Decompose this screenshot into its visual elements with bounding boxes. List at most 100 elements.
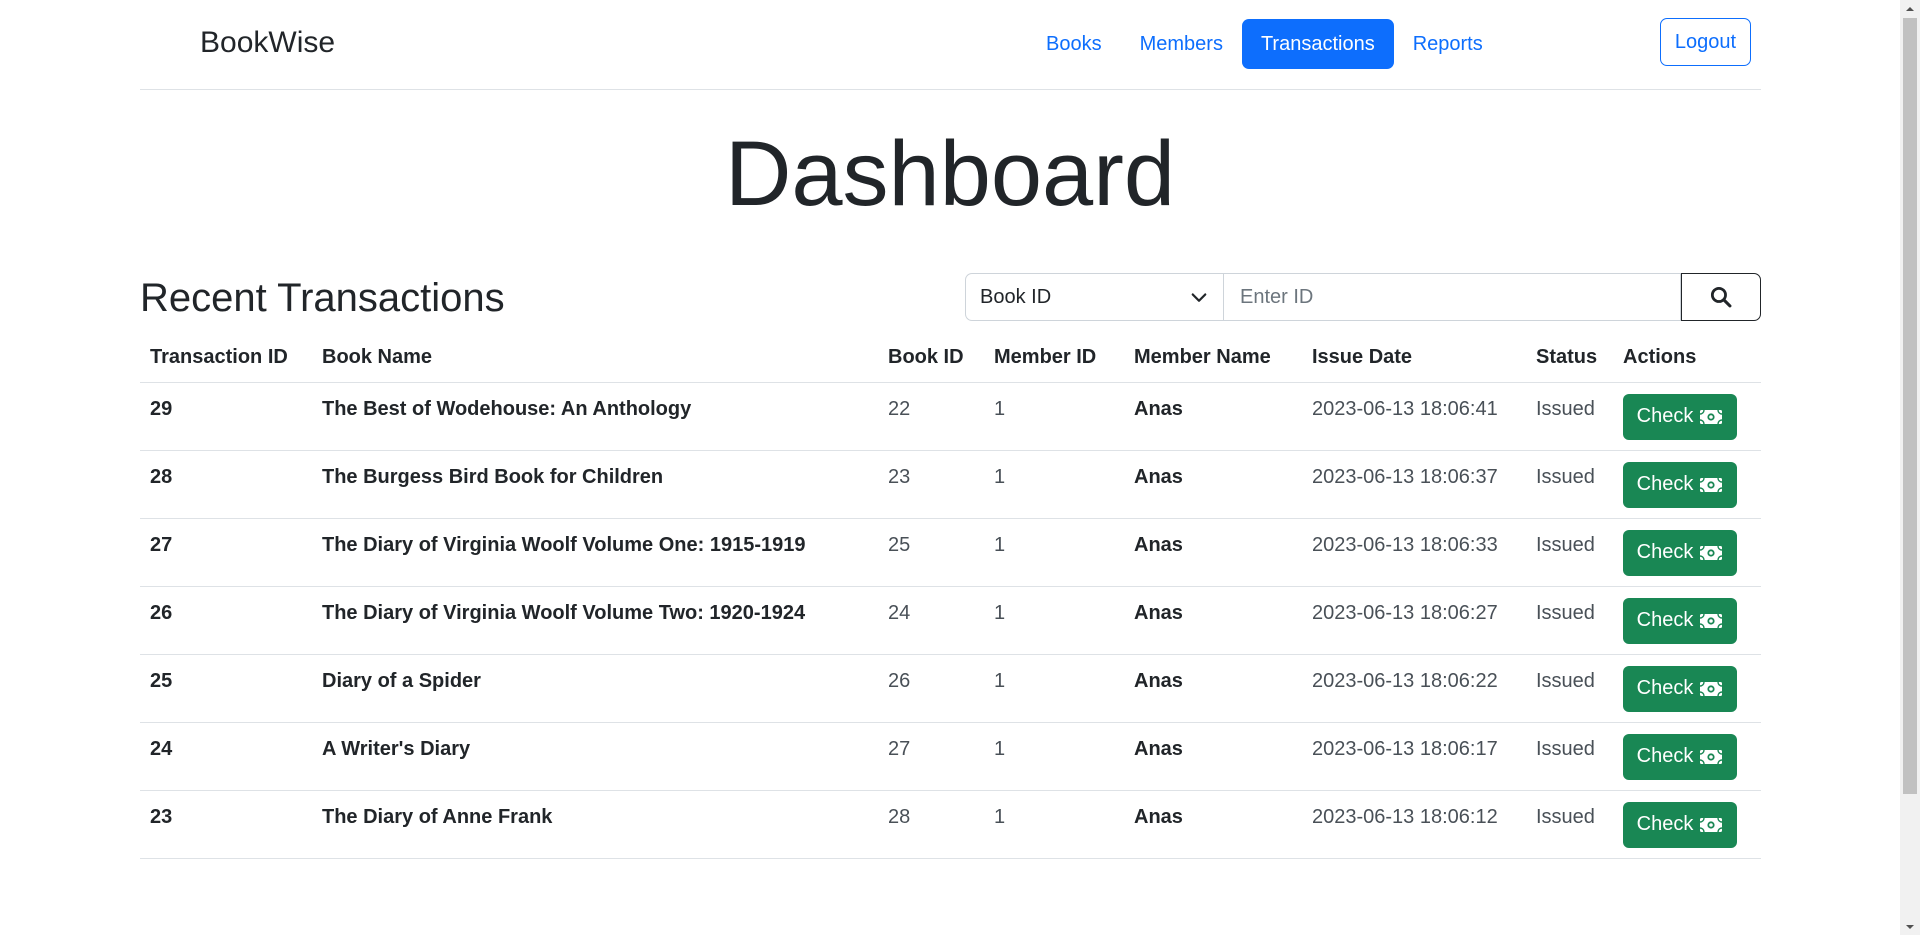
cell-book-id: 28 bbox=[878, 790, 984, 859]
check-button-label: Check bbox=[1636, 473, 1694, 495]
cell-book-id: 23 bbox=[878, 450, 984, 519]
cash-icon bbox=[1700, 477, 1723, 492]
transactions-table: Transaction ID Book Name Book ID Member … bbox=[140, 333, 1761, 859]
cell-transaction-id: 29 bbox=[140, 382, 312, 451]
table-row: 24 A Writer's Diary 27 1 Anas 2023-06-13 18:0… bbox=[140, 722, 1761, 791]
chevron-down-icon bbox=[1191, 293, 1207, 302]
cell-member-id: 1 bbox=[984, 654, 1124, 723]
cell-status: Issued bbox=[1526, 654, 1613, 723]
brand-logo[interactable]: BookWise bbox=[200, 26, 335, 60]
cash-icon bbox=[1700, 613, 1723, 628]
cash-icon bbox=[1700, 749, 1723, 764]
cell-issue-date: 2023-06-13 18:06:33 bbox=[1302, 518, 1526, 587]
cell-member-id: 1 bbox=[984, 382, 1124, 451]
header-member-name: Member Name bbox=[1124, 333, 1302, 383]
check-button[interactable]: Check bbox=[1623, 733, 1737, 780]
check-button-label: Check bbox=[1636, 609, 1694, 631]
cell-book-name: The Diary of Virginia Woolf Volume Two: … bbox=[312, 586, 878, 655]
cell-transaction-id: 26 bbox=[140, 586, 312, 655]
cell-member-name: Anas bbox=[1124, 654, 1302, 723]
check-button[interactable]: Check bbox=[1623, 461, 1737, 508]
cell-book-name: A Writer's Diary bbox=[312, 722, 878, 791]
table-row: 25 Diary of a Spider 26 1 Anas 2023-06-13 18:… bbox=[140, 654, 1761, 723]
table-header-row: Transaction ID Book Name Book ID Member … bbox=[140, 333, 1761, 383]
cell-actions: Check bbox=[1613, 518, 1761, 587]
nav-link-transactions[interactable]: Transactions bbox=[1241, 19, 1394, 69]
check-button[interactable]: Check bbox=[1623, 393, 1737, 440]
cash-icon bbox=[1700, 545, 1723, 560]
header-member-id: Member ID bbox=[984, 333, 1124, 383]
cell-issue-date: 2023-06-13 18:06:37 bbox=[1302, 450, 1526, 519]
page-title: Dashboard bbox=[724, 123, 1176, 225]
cell-book-id: 22 bbox=[878, 382, 984, 451]
cell-member-id: 1 bbox=[984, 586, 1124, 655]
cell-transaction-id: 27 bbox=[140, 518, 312, 587]
scrollbar-thumb[interactable] bbox=[1903, 18, 1917, 794]
cash-icon bbox=[1700, 681, 1723, 696]
scroll-down-arrow-icon[interactable] bbox=[1900, 918, 1920, 935]
cell-book-id: 26 bbox=[878, 654, 984, 723]
table-row: 26 The Diary of Virginia Woolf Volume Two… bbox=[140, 586, 1761, 655]
search-type-select[interactable]: Book ID bbox=[965, 273, 1223, 321]
scrollbar[interactable] bbox=[1900, 0, 1920, 935]
cell-book-name: The Best of Wodehouse: An Anthology bbox=[312, 382, 878, 451]
cell-book-name: The Burgess Bird Book for Children bbox=[312, 450, 878, 519]
cell-status: Issued bbox=[1526, 518, 1613, 587]
check-button-label: Check bbox=[1636, 813, 1694, 835]
cash-icon bbox=[1700, 817, 1723, 832]
cell-transaction-id: 28 bbox=[140, 450, 312, 519]
cell-book-name: The Diary of Virginia Woolf Volume One: … bbox=[312, 518, 878, 587]
check-button[interactable]: Check bbox=[1623, 529, 1737, 576]
check-button-label: Check bbox=[1636, 405, 1694, 427]
cell-member-name: Anas bbox=[1124, 722, 1302, 791]
check-button-label: Check bbox=[1636, 677, 1694, 699]
cell-status: Issued bbox=[1526, 586, 1613, 655]
cell-member-id: 1 bbox=[984, 790, 1124, 859]
nav-link-reports[interactable]: Reports bbox=[1394, 19, 1502, 69]
cell-member-id: 1 bbox=[984, 450, 1124, 519]
check-button-label: Check bbox=[1636, 745, 1694, 767]
scroll-up-arrow-icon[interactable] bbox=[1900, 0, 1920, 17]
search-input[interactable] bbox=[1223, 273, 1681, 321]
cell-actions: Check bbox=[1613, 790, 1761, 859]
search-icon bbox=[1710, 286, 1732, 308]
check-button[interactable]: Check bbox=[1623, 597, 1737, 644]
cell-transaction-id: 25 bbox=[140, 654, 312, 723]
cell-book-name: The Diary of Anne Frank bbox=[312, 790, 878, 859]
cell-status: Issued bbox=[1526, 450, 1613, 519]
cell-issue-date: 2023-06-13 18:06:27 bbox=[1302, 586, 1526, 655]
table-row: 23 The Diary of Anne Frank 28 1 Anas 2023-06-… bbox=[140, 790, 1761, 859]
cell-member-name: Anas bbox=[1124, 450, 1302, 519]
nav-links: Books Members Transactions Reports bbox=[1027, 19, 1502, 69]
header-book-name: Book Name bbox=[312, 333, 878, 383]
search-button[interactable] bbox=[1681, 273, 1761, 321]
header-status: Status bbox=[1526, 333, 1613, 383]
cell-status: Issued bbox=[1526, 790, 1613, 859]
cell-status: Issued bbox=[1526, 382, 1613, 451]
cell-issue-date: 2023-06-13 18:06:41 bbox=[1302, 382, 1526, 451]
cell-issue-date: 2023-06-13 18:06:12 bbox=[1302, 790, 1526, 859]
cell-transaction-id: 24 bbox=[140, 722, 312, 791]
cell-actions: Check bbox=[1613, 586, 1761, 655]
cell-member-name: Anas bbox=[1124, 586, 1302, 655]
table-body: 29 The Best of Wodehouse: An Anthology 22 1… bbox=[140, 382, 1761, 859]
check-button[interactable]: Check bbox=[1623, 665, 1737, 712]
check-button-label: Check bbox=[1636, 541, 1694, 563]
cell-actions: Check bbox=[1613, 382, 1761, 451]
section-title: Recent Transactions bbox=[140, 276, 505, 320]
cell-book-id: 27 bbox=[878, 722, 984, 791]
cell-book-id: 24 bbox=[878, 586, 984, 655]
nav-link-members[interactable]: Members bbox=[1121, 19, 1242, 69]
nav-link-books[interactable]: Books bbox=[1027, 19, 1121, 69]
logout-button[interactable]: Logout bbox=[1659, 18, 1751, 66]
table-row: 27 The Diary of Virginia Woolf Volume One… bbox=[140, 518, 1761, 587]
cell-issue-date: 2023-06-13 18:06:22 bbox=[1302, 654, 1526, 723]
cell-status: Issued bbox=[1526, 722, 1613, 791]
search-bar: Book ID bbox=[965, 273, 1761, 321]
cell-transaction-id: 23 bbox=[140, 790, 312, 859]
cash-icon bbox=[1700, 409, 1723, 424]
check-button[interactable]: Check bbox=[1623, 801, 1737, 848]
cell-book-id: 25 bbox=[878, 518, 984, 587]
cell-book-name: Diary of a Spider bbox=[312, 654, 878, 723]
cell-issue-date: 2023-06-13 18:06:17 bbox=[1302, 722, 1526, 791]
